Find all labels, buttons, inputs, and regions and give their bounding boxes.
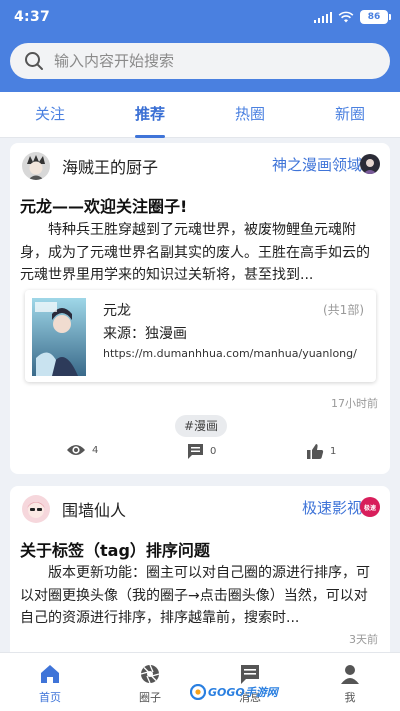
search-input[interactable] — [54, 52, 364, 70]
post-feed[interactable]: 海贼王的厨子 神之漫画领域 元龙——欢迎关注圈子! 特种兵王胜穿越到了元魂世界，… — [0, 139, 400, 652]
nav-home[interactable]: 首页 — [0, 653, 100, 711]
tab-follow[interactable]: 关注 — [0, 92, 100, 137]
circle-avatar-icon[interactable] — [360, 154, 380, 174]
battery-icon: 86 — [360, 10, 391, 24]
resource-name: 元龙 — [103, 303, 131, 319]
gogo-logo-icon — [190, 684, 206, 700]
circle-name[interactable]: 极速影视 — [302, 497, 362, 518]
status-icons: 86 — [313, 10, 391, 24]
user-avatar[interactable] — [22, 495, 50, 523]
circle-name[interactable]: 神之漫画领域 — [272, 154, 362, 175]
eye-icon — [67, 445, 85, 455]
post-time: 17小时前 — [331, 397, 378, 410]
circle-badge-text: 极速 — [363, 504, 376, 512]
post-body[interactable]: 版本更新功能：圈主可以对自己圈的源进行排序，可以对圈更换头像（我的圈子→点击圈头… — [20, 562, 380, 630]
nav-me[interactable]: 我 — [300, 653, 400, 711]
views-button[interactable]: 4 — [66, 443, 98, 457]
post-body[interactable]: 特种兵王胜穿越到了元魂世界，被废物鲤鱼元魂附身，成为了元魂世界名副其实的废人。王… — [20, 219, 380, 287]
views-count: 4 — [92, 444, 99, 456]
likes-count: 1 — [330, 446, 337, 457]
app-header: 4:37 86 — [0, 0, 400, 92]
resource-card[interactable]: 元龙 (共1部) 来源：独漫画 https://m.dumanhhua.com/… — [25, 290, 376, 382]
tab-bar: 关注 推荐 热圈 新圈 — [0, 92, 400, 138]
search-bar[interactable] — [10, 43, 390, 79]
watermark-text: GOGO手游网 — [208, 686, 278, 699]
nav-circles[interactable]: 圈子 — [100, 653, 200, 711]
post-header: 海贼王的厨子 神之漫画领域 — [10, 143, 390, 187]
nav-label: 首页 — [39, 691, 61, 704]
user-avatar[interactable] — [22, 152, 50, 180]
battery-level: 86 — [367, 12, 381, 22]
post-card[interactable]: 围墙仙人 极速影视 极速 关于标签（tag）排序问题 版本更新功能：圈主可以对自… — [10, 486, 390, 652]
resource-source: 来源：独漫画 — [103, 326, 187, 342]
post-title[interactable]: 关于标签（tag）排序问题 — [20, 537, 210, 561]
circle-avatar-icon[interactable]: 极速 — [360, 497, 380, 517]
comments-count: 0 — [210, 446, 217, 457]
watermark-logo: GOGO手游网 — [190, 682, 278, 702]
cellular-signal-icon — [313, 11, 332, 23]
like-button[interactable]: 1 — [306, 443, 336, 460]
search-icon — [25, 52, 43, 70]
resource-count: (共1部) — [323, 303, 364, 317]
status-bar: 4:37 86 — [0, 0, 400, 34]
wifi-icon — [338, 11, 354, 23]
tab-hot-circles[interactable]: 热圈 — [200, 92, 300, 137]
post-header: 围墙仙人 极速影视 极速 — [10, 486, 390, 530]
tab-new-circles[interactable]: 新圈 — [300, 92, 400, 137]
resource-url[interactable]: https://m.dumanhhua.com/manhua/yuanlong/ — [103, 347, 357, 360]
post-title[interactable]: 元龙——欢迎关注圈子! — [20, 193, 187, 217]
tab-recommend[interactable]: 推荐 — [100, 92, 200, 138]
comments-button[interactable]: 0 — [187, 443, 216, 460]
user-name[interactable]: 围墙仙人 — [62, 497, 126, 521]
nav-label: 圈子 — [139, 691, 161, 704]
post-tag[interactable]: #漫画 — [175, 415, 228, 437]
thumbs-up-icon — [307, 444, 324, 459]
home-icon — [41, 665, 59, 683]
comic-cover-image — [32, 298, 86, 376]
post-actions: 4 0 1 — [10, 443, 390, 469]
post-card[interactable]: 海贼王的厨子 神之漫画领域 元龙——欢迎关注圈子! 特种兵王胜穿越到了元魂世界，… — [10, 143, 390, 474]
aperture-icon — [140, 664, 160, 684]
post-time: 3天前 — [349, 633, 378, 646]
user-name[interactable]: 海贼王的厨子 — [62, 154, 158, 178]
status-time: 4:37 — [14, 9, 51, 25]
comment-icon — [188, 444, 203, 459]
nav-label: 我 — [344, 691, 356, 704]
person-icon — [341, 665, 359, 684]
